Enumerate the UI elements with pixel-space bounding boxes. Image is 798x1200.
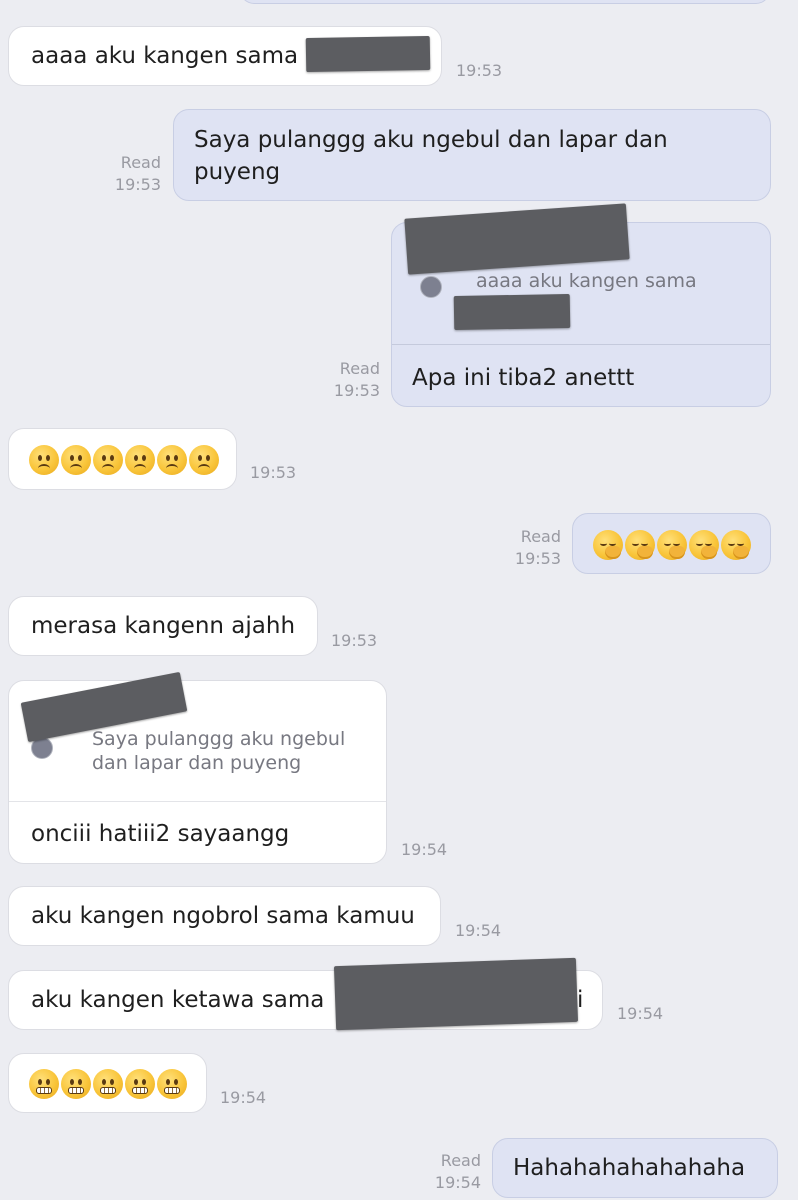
quoted-message-text-line-2: dan lapar dan puyeng: [92, 752, 302, 774]
read-status: Read: [120, 153, 161, 172]
message-bubble-outgoing[interactable]: Hahahahahahahaha: [492, 1138, 778, 1198]
message-time: 19:53: [331, 631, 378, 650]
reply-bubble-incoming[interactable]: Saya pulanggg aku ngebul dan lapar dan p…: [8, 671, 387, 864]
read-status: Read: [339, 359, 380, 378]
previous-message-bubble[interactable]: [240, 0, 770, 4]
message-text: onciii hatiii2 sayaangg: [31, 821, 290, 847]
frowning-face-icon: [189, 445, 219, 475]
message-text-tail: i: [577, 987, 584, 1013]
frowning-face-icon: [93, 445, 123, 475]
message-text-line-2: puyeng: [194, 159, 281, 185]
redaction-block: [404, 203, 630, 275]
grimacing-face-icon: [93, 1069, 123, 1099]
read-status: Read: [520, 527, 561, 546]
message-time: 19:53: [333, 381, 380, 400]
grimacing-face-icon: [125, 1069, 155, 1099]
face-with-hand-over-mouth-icon: [625, 530, 655, 560]
redaction-block: [305, 35, 431, 73]
face-with-hand-over-mouth-icon: [657, 530, 687, 560]
message-bubble-outgoing[interactable]: [572, 513, 771, 574]
quote-divider: [9, 801, 386, 802]
redaction-block: [333, 957, 579, 1031]
grimacing-face-icon: [61, 1069, 91, 1099]
message-time: 19:53: [514, 549, 561, 568]
message-text: aku kangen ngobrol sama kamuu: [31, 903, 415, 929]
grimacing-face-icon: [157, 1069, 187, 1099]
message-text: aku kangen ketawa sama: [31, 987, 325, 1013]
message-bubble-incoming[interactable]: [8, 428, 237, 490]
message-text-line-1: Saya pulanggg aku ngebul dan lapar dan: [194, 127, 668, 153]
frowning-face-icon: [125, 445, 155, 475]
frowning-face-icon: [157, 445, 187, 475]
message-bubble-incoming[interactable]: merasa kangenn ajahh: [8, 596, 318, 656]
quoted-message-text: aaaa aku kangen sama: [476, 270, 697, 292]
message-time: 19:54: [617, 1004, 664, 1023]
message-text: Apa ini tiba2 anettt: [412, 365, 635, 391]
message-time: 19:54: [220, 1088, 267, 1107]
message-bubble-incoming[interactable]: aaaa aku kangen sama: [8, 26, 442, 86]
redaction-block: [453, 293, 571, 331]
grimacing-face-icon: [29, 1069, 59, 1099]
frowning-face-icon: [61, 445, 91, 475]
emoji-sequence: [29, 445, 219, 475]
quoted-avatar: [420, 276, 442, 298]
face-with-hand-over-mouth-icon: [721, 530, 751, 560]
message-time: 19:54: [434, 1173, 481, 1192]
message-bubble-incoming[interactable]: aku kangen ketawa sama i: [8, 957, 603, 1031]
emoji-sequence: [593, 530, 751, 560]
message-time: 19:53: [456, 61, 503, 80]
message-text: Hahahahahahahaha: [513, 1155, 746, 1181]
message-bubble-incoming[interactable]: aku kangen ngobrol sama kamuu: [8, 886, 441, 946]
face-with-hand-over-mouth-icon: [593, 530, 623, 560]
face-with-hand-over-mouth-icon: [689, 530, 719, 560]
quote-divider: [392, 344, 770, 345]
message-bubble-outgoing[interactable]: Saya pulanggg aku ngebul dan lapar dan p…: [173, 109, 771, 201]
reply-bubble-outgoing[interactable]: aaaa aku kangen sama Apa ini tiba2 anett…: [391, 203, 771, 407]
frowning-face-icon: [29, 445, 59, 475]
chat-thread[interactable]: aaaa aku kangen sama 19:53 Saya pulanggg…: [0, 0, 798, 1200]
message-time: 19:54: [455, 921, 502, 940]
read-status: Read: [440, 1151, 481, 1170]
message-text: aaaa aku kangen sama: [31, 43, 299, 69]
message-time: 19:53: [114, 175, 161, 194]
quoted-message-text-line-1: Saya pulanggg aku ngebul: [92, 728, 346, 750]
message-text: merasa kangenn ajahh: [31, 613, 296, 639]
message-bubble-incoming[interactable]: [8, 1053, 207, 1113]
message-time: 19:53: [250, 463, 297, 482]
emoji-sequence: [29, 1069, 187, 1099]
message-time: 19:54: [401, 840, 448, 859]
